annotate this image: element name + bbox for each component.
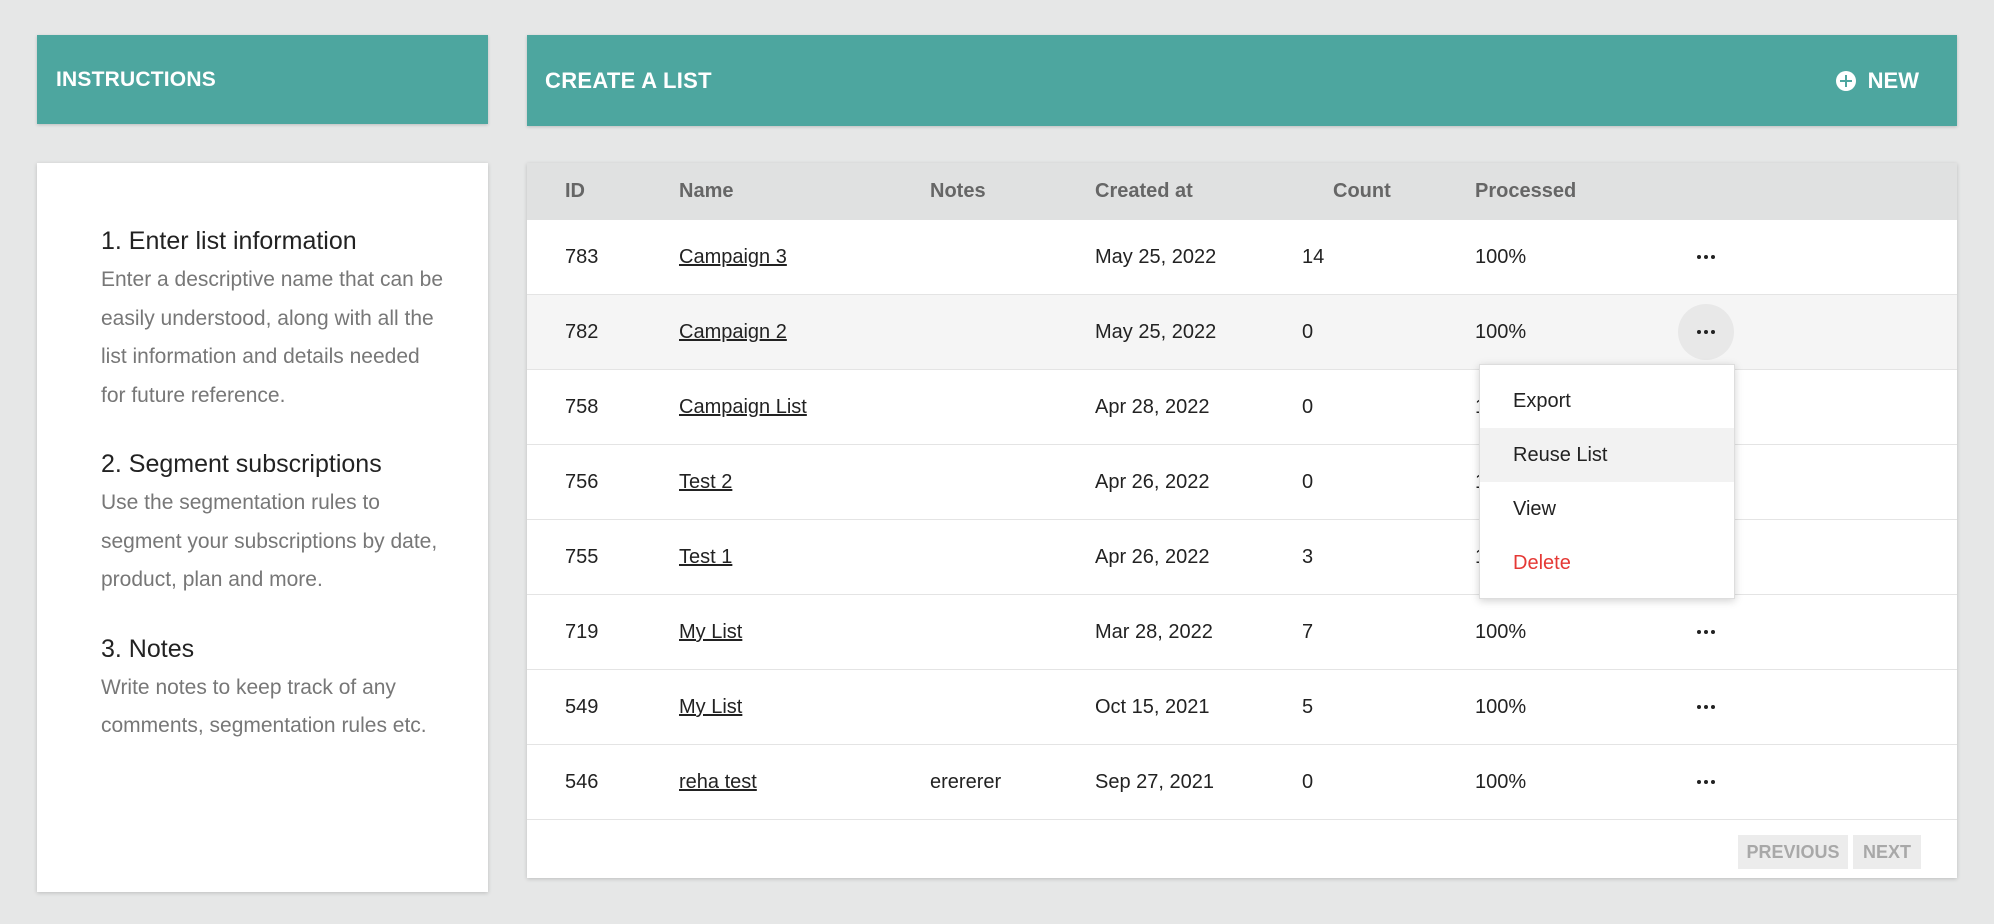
cell-count: 0 — [1302, 321, 1314, 343]
menu-item-view[interactable]: View — [1480, 482, 1734, 536]
cell-processed: 100% — [1475, 321, 1527, 343]
cell-id: 783 — [565, 246, 599, 268]
cell-processed: 100% — [1475, 696, 1527, 718]
list-name-link[interactable]: Campaign 3 — [679, 220, 787, 295]
table-row: 783 Campaign 3 May 25, 2022 14 100% — [527, 220, 1957, 295]
menu-item-export[interactable]: Export — [1480, 374, 1734, 428]
cell-created-at: May 25, 2022 — [1095, 246, 1217, 268]
column-header-name[interactable]: Name — [679, 180, 733, 203]
cell-created-at: Apr 26, 2022 — [1095, 471, 1210, 493]
menu-item-delete[interactable]: Delete — [1480, 536, 1734, 590]
cell-notes: erererer — [930, 771, 1002, 793]
cell-count: 5 — [1302, 696, 1314, 718]
cell-processed: 100% — [1475, 771, 1527, 793]
instruction-step-3: 3. Notes Write notes to keep track of an… — [101, 633, 448, 746]
row-actions-button[interactable] — [1678, 229, 1734, 285]
list-name-link[interactable]: Test 2 — [679, 445, 732, 520]
more-horizontal-icon — [1697, 255, 1715, 259]
step-text: Write notes to keep track of any comment… — [101, 675, 427, 738]
instructions-card: 1. Enter list information Enter a descri… — [37, 163, 488, 892]
list-name-link[interactable]: Campaign List — [679, 370, 807, 445]
table-row: 719 My List Mar 28, 2022 7 100% — [527, 595, 1957, 670]
column-header-id[interactable]: ID — [565, 180, 585, 203]
cell-count: 0 — [1302, 396, 1314, 418]
table-row: 758 Campaign List Apr 28, 2022 0 1 — [527, 370, 1957, 445]
step-text: Enter a descriptive name that can be eas… — [101, 268, 444, 407]
table-row: 782 Campaign 2 May 25, 2022 0 100% — [527, 295, 1957, 370]
list-name-link[interactable]: Campaign 2 — [679, 295, 787, 370]
cell-created-at: Sep 27, 2021 — [1095, 771, 1214, 793]
table-row: 546 reha test erererer Sep 27, 2021 0 10… — [527, 745, 1957, 820]
row-actions-button[interactable] — [1678, 754, 1734, 810]
cell-count: 0 — [1302, 771, 1314, 793]
row-actions-button[interactable] — [1678, 679, 1734, 735]
new-button-label: NEW — [1867, 67, 1919, 93]
column-header-count[interactable]: Count — [1333, 180, 1391, 203]
table-row: 549 My List Oct 15, 2021 5 100% — [527, 670, 1957, 745]
cell-created-at: Mar 28, 2022 — [1095, 621, 1213, 643]
page-title: CREATE A LIST — [545, 67, 712, 93]
cell-created-at: May 25, 2022 — [1095, 321, 1217, 343]
previous-page-button[interactable]: PREVIOUS — [1738, 835, 1848, 869]
cell-id: 755 — [565, 546, 599, 568]
instruction-step-1: 1. Enter list information Enter a descri… — [101, 225, 448, 415]
menu-item-reuse-list[interactable]: Reuse List — [1480, 428, 1734, 482]
more-horizontal-icon — [1697, 330, 1715, 334]
table-header: ID Name Notes Created at Count Processed — [527, 163, 1957, 220]
list-name-link[interactable]: My List — [679, 670, 742, 745]
plus-circle-icon — [1835, 70, 1856, 91]
row-actions-button[interactable] — [1678, 304, 1734, 360]
row-actions-button[interactable] — [1678, 604, 1734, 660]
cell-id: 549 — [565, 696, 599, 718]
lists-table: ID Name Notes Created at Count Processed… — [527, 163, 1957, 878]
cell-id: 546 — [565, 771, 599, 793]
cell-id: 719 — [565, 621, 599, 643]
page: INSTRUCTIONS 1. Enter list information E… — [0, 0, 1994, 924]
cell-count: 14 — [1302, 246, 1325, 268]
cell-id: 756 — [565, 471, 599, 493]
instructions-header: INSTRUCTIONS — [37, 35, 488, 124]
list-name-link[interactable]: Test 1 — [679, 520, 732, 595]
step-title: 1. Enter list information — [101, 227, 357, 255]
step-text: Use the segmentation rules to segment yo… — [101, 491, 438, 591]
cell-processed: 100% — [1475, 621, 1527, 643]
cell-created-at: Apr 26, 2022 — [1095, 546, 1210, 568]
cell-processed: 100% — [1475, 246, 1527, 268]
list-name-link[interactable]: My List — [679, 595, 742, 670]
column-header-notes[interactable]: Notes — [930, 180, 986, 203]
cell-count: 7 — [1302, 621, 1314, 643]
more-horizontal-icon — [1697, 705, 1715, 709]
list-header: CREATE A LIST NEW — [527, 35, 1957, 126]
cell-created-at: Apr 28, 2022 — [1095, 396, 1210, 418]
cell-count: 3 — [1302, 546, 1314, 568]
table-row: 755 Test 1 Apr 26, 2022 3 1 — [527, 520, 1957, 595]
step-title: 3. Notes — [101, 634, 195, 663]
cell-created-at: Oct 15, 2021 — [1095, 696, 1210, 718]
next-page-button[interactable]: NEXT — [1853, 835, 1921, 869]
list-name-link[interactable]: reha test — [679, 745, 757, 820]
row-actions-menu: Export Reuse List View Delete — [1479, 364, 1735, 599]
instructions-title: INSTRUCTIONS — [56, 67, 216, 91]
cell-id: 758 — [565, 396, 599, 418]
instruction-step-2: 2. Segment subscriptions Use the segment… — [101, 448, 448, 600]
more-horizontal-icon — [1697, 630, 1715, 634]
new-list-button[interactable]: NEW — [1835, 67, 1919, 94]
table-row: 756 Test 2 Apr 26, 2022 0 1 — [527, 445, 1957, 520]
more-horizontal-icon — [1697, 780, 1715, 784]
step-title: 2. Segment subscriptions — [101, 450, 382, 478]
cell-count: 0 — [1302, 471, 1314, 493]
column-header-processed[interactable]: Processed — [1475, 180, 1576, 203]
cell-id: 782 — [565, 321, 599, 343]
column-header-created-at[interactable]: Created at — [1095, 180, 1193, 203]
